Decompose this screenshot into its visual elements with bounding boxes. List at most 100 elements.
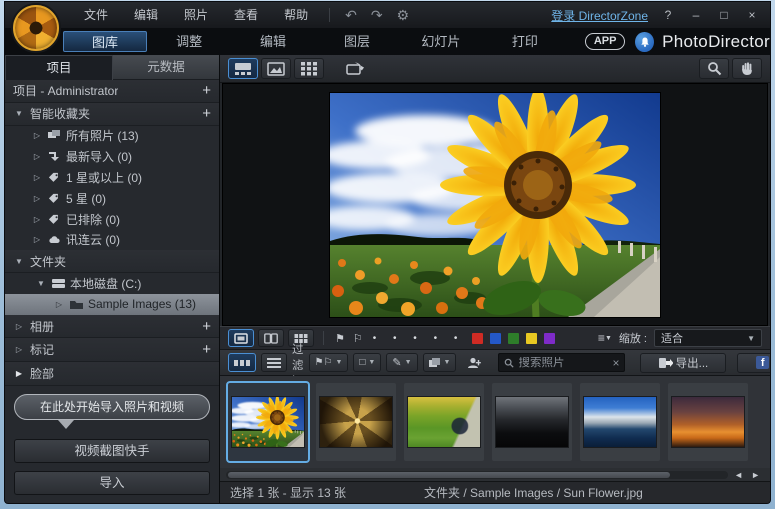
chevron-down-icon: ▼ xyxy=(747,334,755,343)
photo-sun-flower[interactable] xyxy=(330,93,660,317)
app-badge[interactable]: APP xyxy=(585,33,626,50)
star-rating-dots[interactable]: • • • • • xyxy=(373,333,465,344)
scroll-right-icon[interactable]: ► xyxy=(751,470,760,480)
albums-header[interactable]: ▷ 相册 + xyxy=(5,315,219,339)
expander-closed-icon[interactable]: ▷ xyxy=(13,345,25,354)
export-button[interactable]: 导出... xyxy=(640,353,726,373)
redo-icon[interactable]: ↷ xyxy=(364,7,390,24)
viewer-mode-compare-button[interactable] xyxy=(258,329,284,347)
list-view-button[interactable] xyxy=(261,353,287,372)
view-thumbnail-preview-button[interactable] xyxy=(228,58,258,79)
tree-item-one-star-up[interactable]: ▷ 1 星或以上 (0) xyxy=(5,167,219,188)
search-box[interactable]: × xyxy=(498,353,625,372)
expander-closed-icon[interactable]: ▷ xyxy=(31,235,43,244)
menu-edit[interactable]: 编辑 xyxy=(121,2,171,28)
rating-filter-dropdown[interactable]: □▼ xyxy=(353,353,381,372)
tree-item-five-star[interactable]: ▷ 5 星 (0) xyxy=(5,188,219,209)
tab-adjustment[interactable]: 调整 xyxy=(147,31,231,52)
flag-reject-icon[interactable]: ⚐ xyxy=(351,332,365,345)
expander-closed-icon[interactable]: ▷ xyxy=(31,131,43,140)
undo-icon[interactable]: ↶ xyxy=(338,7,364,24)
add-album-button[interactable]: + xyxy=(202,319,211,334)
expander-closed-icon[interactable]: ▷ xyxy=(13,322,25,331)
expander-closed-icon[interactable]: ▷ xyxy=(31,215,43,224)
tab-library[interactable]: 图库 xyxy=(63,31,147,52)
tree-item-latest-import[interactable]: ▷ 最新导入 (0) xyxy=(5,146,219,167)
thumbnail-sun-flower[interactable] xyxy=(228,383,308,461)
photo-viewer[interactable] xyxy=(222,83,768,326)
color-label-blue[interactable] xyxy=(490,333,501,344)
thumbnail-bicycle-field[interactable] xyxy=(404,383,484,461)
photos-icon xyxy=(48,130,61,141)
settings-gear-icon[interactable]: ⚙ xyxy=(390,7,417,24)
color-label-red[interactable] xyxy=(472,333,483,344)
expander-collapsed-filled-icon[interactable]: ▶ xyxy=(13,369,25,378)
zoom-level-dropdown[interactable]: 适合 ▼ xyxy=(654,329,762,347)
add-face-tag-button[interactable] xyxy=(461,353,487,372)
tag-icon xyxy=(48,193,61,204)
thumbnail-spiral-stairs[interactable] xyxy=(316,383,396,461)
sidebar-tab-metadata[interactable]: 元数据 xyxy=(113,55,219,80)
menu-view[interactable]: 查看 xyxy=(221,2,271,28)
color-label-purple[interactable] xyxy=(544,333,555,344)
close-button[interactable]: × xyxy=(744,8,760,22)
login-directorzone-link[interactable]: 登录 DirectorZone xyxy=(551,7,648,24)
zoom-tool-button[interactable] xyxy=(699,58,729,79)
clear-search-icon[interactable]: × xyxy=(612,356,619,370)
sort-order-button[interactable]: ≡▼ xyxy=(598,331,612,345)
menu-file[interactable]: 文件 xyxy=(71,2,121,28)
scrollbar-thumb[interactable] xyxy=(228,472,670,478)
tree-item-all-photos[interactable]: ▷ 所有照片 (13) xyxy=(5,126,219,147)
menu-photo[interactable]: 照片 xyxy=(171,2,221,28)
maximize-button[interactable]: □ xyxy=(716,8,732,22)
notification-bell-icon[interactable] xyxy=(635,32,654,52)
tree-item-cyberlink-cloud[interactable]: ▷ 讯连云 (0) xyxy=(5,230,219,251)
share-facebook-button[interactable]: f 共享... xyxy=(737,353,771,373)
tags-header[interactable]: ▷ 标记 + xyxy=(5,338,219,362)
add-project-button[interactable]: + xyxy=(202,83,211,98)
faces-header[interactable]: ▶ 脸部 xyxy=(5,362,219,386)
filmstrip-view-button[interactable] xyxy=(228,353,256,372)
color-label-green[interactable] xyxy=(508,333,519,344)
pan-hand-tool-button[interactable] xyxy=(732,58,762,79)
thumbnail-dark-landscape[interactable] xyxy=(492,383,572,461)
thumbnail-sunset[interactable] xyxy=(668,383,748,461)
view-single-image-button[interactable] xyxy=(261,58,291,79)
scroll-left-icon[interactable]: ◄ xyxy=(734,470,743,480)
expander-closed-icon[interactable]: ▷ xyxy=(31,194,43,203)
tab-print[interactable]: 打印 xyxy=(483,31,567,52)
expander-closed-icon[interactable]: ▷ xyxy=(31,152,43,161)
tree-item-sample-images[interactable]: ▷ Sample Images (13) xyxy=(5,294,219,315)
expander-open-icon[interactable]: ▼ xyxy=(13,109,25,118)
scrollbar-track[interactable] xyxy=(226,471,728,479)
tree-item-rejected[interactable]: ▷ 已排除 (0) xyxy=(5,209,219,230)
label-filter-dropdown[interactable]: ✎▼ xyxy=(386,353,417,372)
expander-closed-icon[interactable]: ▷ xyxy=(53,300,65,309)
expander-open-icon[interactable]: ▼ xyxy=(13,257,25,266)
smart-collection-header[interactable]: ▼ 智能收藏夹 + xyxy=(5,103,219,126)
thumbnail-mountain-lake[interactable] xyxy=(580,383,660,461)
search-input[interactable] xyxy=(518,357,608,369)
minimize-button[interactable]: – xyxy=(688,8,704,22)
viewer-mode-single-button[interactable] xyxy=(228,329,254,347)
stack-filter-dropdown[interactable]: ▼ xyxy=(423,353,457,372)
flag-set-icon[interactable]: ⚑ xyxy=(333,332,347,345)
tree-item-local-disk[interactable]: ▼ 本地磁盘 (C:) xyxy=(5,273,219,294)
flag-filter-dropdown[interactable]: ⚑⚐▼ xyxy=(309,353,349,372)
rotate-photo-button[interactable] xyxy=(340,58,370,79)
tab-slideshow[interactable]: 幻灯片 xyxy=(399,31,483,52)
help-button[interactable]: ? xyxy=(660,8,676,22)
import-button[interactable]: 导入 xyxy=(14,471,210,495)
add-smart-collection-button[interactable]: + xyxy=(202,106,211,121)
menu-help[interactable]: 帮助 xyxy=(271,2,321,28)
folders-header[interactable]: ▼ 文件夹 xyxy=(5,250,219,273)
video-snapshot-button[interactable]: 视频截图快手 xyxy=(14,439,210,463)
tab-layers[interactable]: 图层 xyxy=(315,31,399,52)
color-label-yellow[interactable] xyxy=(526,333,537,344)
sidebar-tab-project[interactable]: 项目 xyxy=(5,55,113,80)
view-grid-button[interactable] xyxy=(294,58,324,79)
expander-open-icon[interactable]: ▼ xyxy=(35,279,47,288)
tab-edit[interactable]: 编辑 xyxy=(231,31,315,52)
expander-closed-icon[interactable]: ▷ xyxy=(31,173,43,182)
add-tag-button[interactable]: + xyxy=(202,342,211,357)
